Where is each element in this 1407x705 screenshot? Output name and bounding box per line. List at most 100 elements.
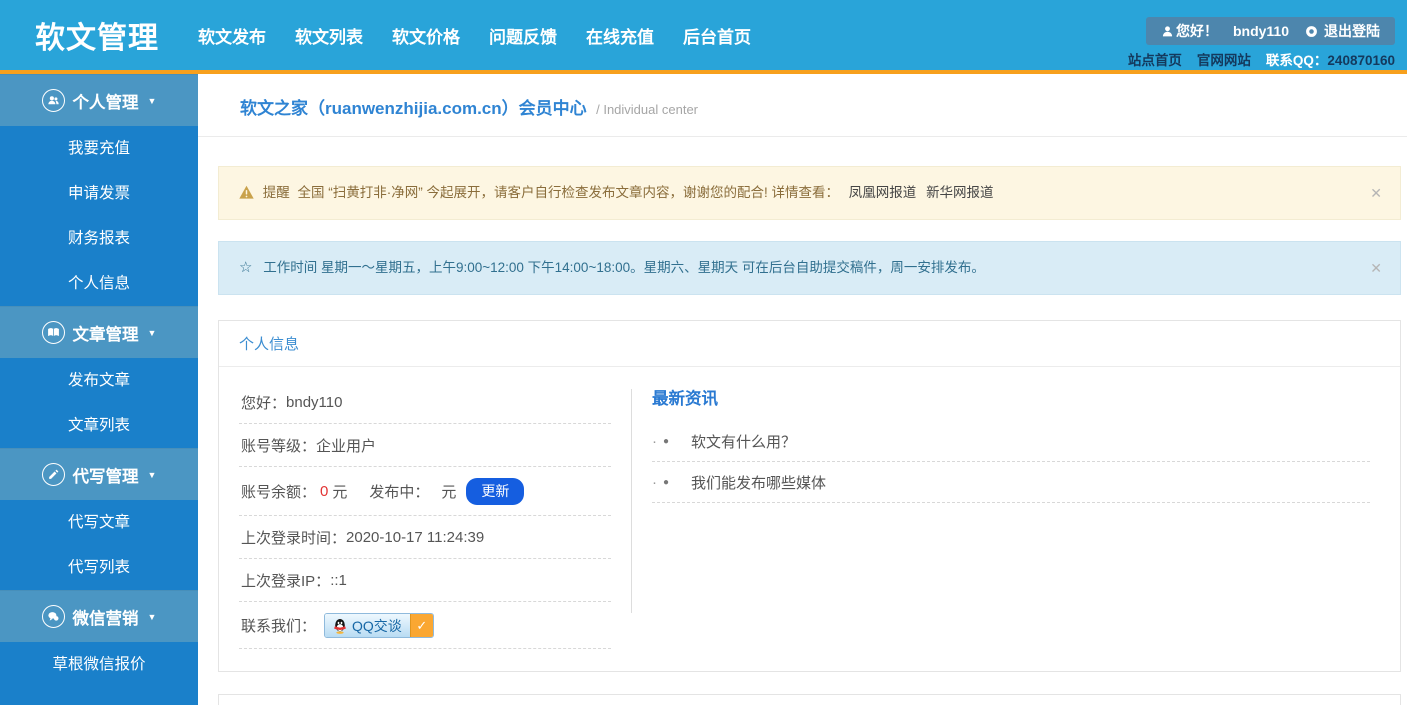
page-subtitle: / Individual center [596,102,699,117]
section-label: 代写管理 [72,467,139,486]
nav-article-list[interactable]: 软文列表 [295,23,363,48]
warning-text: 全国 “扫黄打非·净网” 今起展开，请客户自行检查发布文章内容，谢谢您的配合! … [297,185,840,200]
sidebar-section-ghostwriting[interactable]: 代写管理 ▼ [0,448,198,500]
balance-row: 账号余额： 0 元 发布中： 元 更新 [239,467,611,516]
star-icon: ☆ [239,259,253,276]
page-title-row: 软文之家（ruanwenzhijia.com.cn）会员中心 / Individ… [198,74,1407,137]
news-item-label: 我们能发布哪些媒体 [691,475,827,492]
last-login-time-row: 上次登录时间： 2020-10-17 11:24:39 [239,516,611,559]
chevron-down-icon: ▼ [147,469,157,480]
official-site-link[interactable]: 官网网站 [1197,49,1251,69]
page-title: 软文之家（ruanwenzhijia.com.cn）会员中心 [240,99,587,118]
main-content: 软文之家（ruanwenzhijia.com.cn）会员中心 / Individ… [198,74,1407,705]
articles-icon [41,321,65,344]
publishing-label: 发布中： [369,484,430,501]
close-icon[interactable]: ✕ [1370,258,1382,278]
balance-value: 0 [320,483,329,500]
ghostwriting-icon [41,463,65,486]
steps-panel: 后台快速使用步骤 Step1：注册账号 注册账号，填写账号、密码、联系方式，点击… [218,694,1401,705]
news-item-label: 软文有什么用？ [691,434,797,451]
qq-chat-label: QQ交谈 [352,617,402,634]
sidebar-item-profile[interactable]: 个人信息 [0,261,198,306]
dot-icon: · [652,433,657,450]
contact-qq: 联系QQ：240870160 [1266,49,1395,69]
sidebar-item-wechat-quote[interactable]: 草根微信报价 [0,642,198,687]
profile-panel: 个人信息 您好： bndy110 账号等级： 企业用户 账号余额： 0 元 发布… [218,320,1401,672]
account-level-row: 账号等级： 企业用户 [239,424,611,467]
qq-label: 联系QQ： [1265,53,1328,68]
greeting-row: 您好： bndy110 [239,381,611,424]
user-badge: 您好！ bndy110 退出登陆 [1145,17,1395,45]
sidebar-section-personal[interactable]: 个人管理 ▼ [0,74,198,126]
chevron-down-icon: ▼ [147,327,157,338]
nav-article-publish[interactable]: 软文发布 [198,23,266,48]
publishing-unit: 元 [441,484,457,501]
news-item[interactable]: · ● 我们能发布哪些媒体 [652,462,1370,503]
contact-row: 联系我们： QQ交谈 ✓ [239,602,611,649]
sidebar: 个人管理 ▼ 我要充值 申请发票 财务报表 个人信息 文章管理 ▼ 发布文章 文… [0,74,198,705]
sidebar-item-publish-article[interactable]: 发布文章 [0,358,198,403]
sidebar-item-ghostwrite-list[interactable]: 代写列表 [0,545,198,590]
nav-article-pricing[interactable]: 软文价格 [392,23,460,48]
sidebar-item-invoice[interactable]: 申请发票 [0,171,198,216]
nav-admin-home[interactable]: 后台首页 [683,23,751,48]
news-item[interactable]: · ● 软文有什么用？ [652,421,1370,462]
users-icon [41,89,65,112]
greeting-text: 您好！ [1175,23,1218,39]
section-label: 个人管理 [72,93,139,112]
top-navigation: 软文发布 软文列表 软文价格 问题反馈 在线充值 后台首页 [198,23,751,48]
chevron-down-icon: ▼ [147,611,157,622]
close-icon[interactable]: ✕ [1370,183,1382,203]
warning-link-fenghuang[interactable]: 凤凰网报道 [849,185,917,200]
info-notice: ☆ 工作时间 星期一～星期五，上午9:00~12:00 下午14:00~18:0… [218,241,1401,295]
level-value: 企业用户 [316,438,377,455]
nav-feedback[interactable]: 问题反馈 [489,23,557,48]
dot-icon: · [652,474,657,491]
site-home-link[interactable]: 站点首页 [1128,49,1182,69]
news-column: 最新资讯 · ● 软文有什么用？ · ● 我们能发布哪些媒体 [632,381,1380,649]
logout-button[interactable]: 退出登陆 [1324,21,1380,41]
qq-number: 240870160 [1327,53,1395,68]
warning-link-xinhua[interactable]: 新华网报道 [926,185,994,200]
qq-penguin-icon [333,618,347,634]
warning-prefix: 提醒 [262,185,290,200]
balance-unit: 元 [332,484,348,501]
app-logo[interactable]: 软文管理 [0,13,198,57]
username-link[interactable]: bndy110 [1233,23,1289,39]
last-login-time-label: 上次登录时间： [241,530,347,547]
greeting-username: bndy110 [286,394,343,411]
chevron-down-icon: ▼ [147,95,157,106]
sidebar-item-article-list[interactable]: 文章列表 [0,403,198,448]
contact-label: 联系我们： [241,618,317,635]
profile-panel-title: 个人信息 [219,321,1400,367]
warning-notice: 提醒 全国 “扫黄打非·净网” 今起展开，请客户自行检查发布文章内容，谢谢您的配… [218,166,1401,220]
section-label: 文章管理 [72,325,139,344]
greeting-label: 您好： [241,395,287,412]
user-icon [1161,25,1174,38]
wechat-icon [41,605,65,628]
top-header: 软文管理 软文发布 软文列表 软文价格 问题反馈 在线充值 后台首页 您好！ b… [0,0,1407,70]
news-title: 最新资讯 [652,390,718,408]
qq-verified-icon: ✓ [409,614,433,637]
sidebar-item-recharge[interactable]: 我要充值 [0,126,198,171]
last-login-ip-value: ::1 [330,572,347,589]
level-label: 账号等级： [241,438,317,455]
profile-info-column: 您好： bndy110 账号等级： 企业用户 账号余额： 0 元 发布中： 元 … [239,381,611,649]
bullet-icon: ● [663,477,670,488]
nav-online-recharge[interactable]: 在线充值 [586,23,654,48]
sidebar-section-articles[interactable]: 文章管理 ▼ [0,306,198,358]
last-login-time-value: 2020-10-17 11:24:39 [346,529,485,546]
sidebar-item-ghostwrite-article[interactable]: 代写文章 [0,500,198,545]
balance-label: 账号余额： [241,484,317,501]
last-login-ip-row: 上次登录IP： ::1 [239,559,611,602]
last-login-ip-label: 上次登录IP： [241,573,331,590]
section-label: 微信营销 [72,609,139,628]
topbar-right-area: 您好！ bndy110 退出登陆 站点首页 官网网站 联系QQ：24087016… [1095,0,1395,70]
warning-triangle-icon [239,185,254,199]
sidebar-item-finance-report[interactable]: 财务报表 [0,216,198,261]
qq-chat-button[interactable]: QQ交谈 ✓ [324,613,434,638]
refresh-button[interactable]: 更新 [466,478,525,505]
steps-panel-title: 后台快速使用步骤 [219,695,1400,705]
info-text: 工作时间 星期一～星期五，上午9:00~12:00 下午14:00~18:00。… [263,260,985,275]
sidebar-section-wechat[interactable]: 微信营销 ▼ [0,590,198,642]
